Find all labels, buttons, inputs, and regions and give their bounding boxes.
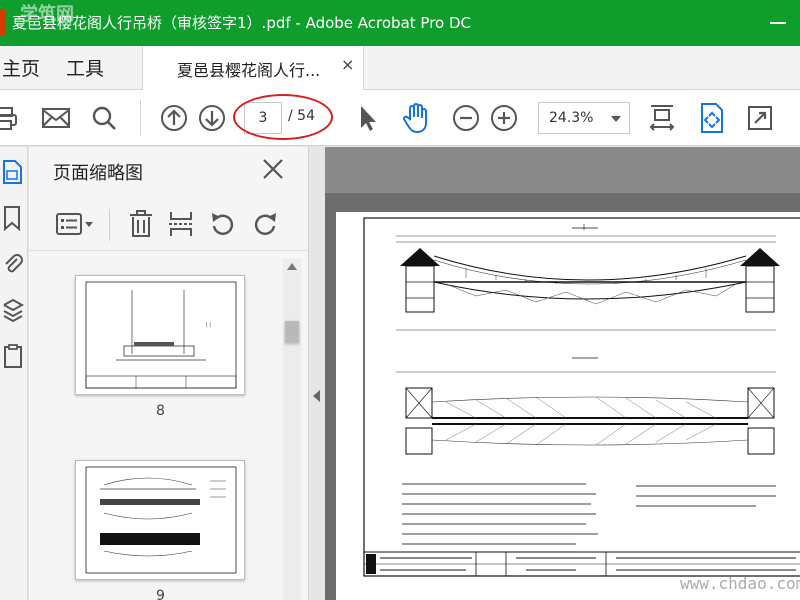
collapse-panel-icon[interactable] — [313, 390, 320, 402]
rotate-right-icon[interactable] — [251, 209, 281, 239]
scrollbar-thumb[interactable] — [285, 321, 299, 343]
clipboard-icon[interactable] — [2, 343, 24, 369]
pdf-page[interactable] — [336, 212, 800, 600]
select-cursor-icon[interactable] — [350, 100, 386, 136]
window-title: 夏邑县樱花阁人行吊桥（审核签字1）.pdf - Adobe Acrobat Pr… — [12, 14, 472, 32]
layers-icon[interactable] — [2, 297, 25, 323]
email-icon[interactable] — [38, 100, 74, 136]
minimize-button[interactable] — [760, 8, 796, 38]
hand-tool-icon[interactable] — [398, 100, 434, 136]
insert-pages-icon[interactable] — [167, 209, 197, 239]
toolbar-separator — [140, 100, 141, 136]
thumbnail-panel: 页面缩略图 | | 8 9 — [29, 147, 309, 600]
print-icon[interactable] — [0, 100, 24, 136]
watermark-bottom: www.chdao.com — [680, 574, 800, 593]
document-tab[interactable]: 夏邑县樱花阁人行... × — [142, 46, 364, 90]
document-tab-label: 夏邑县樱花阁人行... — [177, 61, 321, 80]
chevron-down-icon — [611, 116, 621, 122]
svg-text:| |: | | — [206, 322, 211, 328]
delete-icon[interactable] — [127, 209, 157, 239]
toolbar: 3 / 54 24.3% — [0, 90, 800, 146]
fit-width-icon[interactable] — [644, 100, 680, 136]
scroll-up-icon[interactable] — [287, 263, 297, 270]
panel-title: 页面缩略图 — [53, 163, 143, 184]
next-page-icon[interactable] — [194, 100, 230, 136]
thumbnail-page-8[interactable]: | | — [75, 275, 245, 395]
search-icon[interactable] — [86, 100, 122, 136]
tab-bar: 主页 工具 夏邑县樱花阁人行... × — [0, 46, 800, 90]
acrobat-logo-icon — [0, 10, 6, 36]
title-bar: 夏邑县樱花阁人行吊桥（审核签字1）.pdf - Adobe Acrobat Pr… — [0, 0, 800, 46]
scroll-mode-icon[interactable] — [694, 100, 730, 136]
zoom-value: 24.3% — [549, 110, 594, 126]
close-tab-icon[interactable]: × — [341, 55, 354, 74]
thumbnail-scrollbar[interactable] — [283, 259, 301, 600]
thumbnail-toolbar-separator — [109, 209, 110, 241]
menu-tools[interactable]: 工具 — [66, 54, 104, 81]
thumbnail-toolbar — [29, 199, 309, 251]
rotate-left-icon[interactable] — [209, 209, 239, 239]
previous-page-icon[interactable] — [156, 100, 192, 136]
page-thumbnails-icon[interactable] — [2, 159, 24, 185]
bridge-drawing — [363, 217, 800, 577]
thumbnail-page-number: 8 — [156, 403, 165, 419]
zoom-in-icon[interactable] — [486, 100, 522, 136]
attachment-icon[interactable] — [2, 251, 24, 277]
menu-home[interactable]: 主页 — [2, 54, 40, 81]
close-panel-icon[interactable] — [261, 157, 285, 181]
thumbnail-page-9[interactable] — [75, 460, 245, 580]
highlight-annotation — [233, 94, 333, 140]
options-menu-icon[interactable] — [55, 209, 93, 239]
watermark-top: 学筑网 — [20, 4, 74, 25]
bookmark-icon[interactable] — [2, 205, 24, 232]
full-screen-icon[interactable] — [742, 100, 778, 136]
document-gutter — [325, 147, 800, 193]
thumbnail-page-number: 9 — [156, 588, 165, 600]
navigation-rail — [0, 147, 28, 600]
zoom-select[interactable]: 24.3% — [538, 102, 630, 134]
zoom-out-icon[interactable] — [448, 100, 484, 136]
